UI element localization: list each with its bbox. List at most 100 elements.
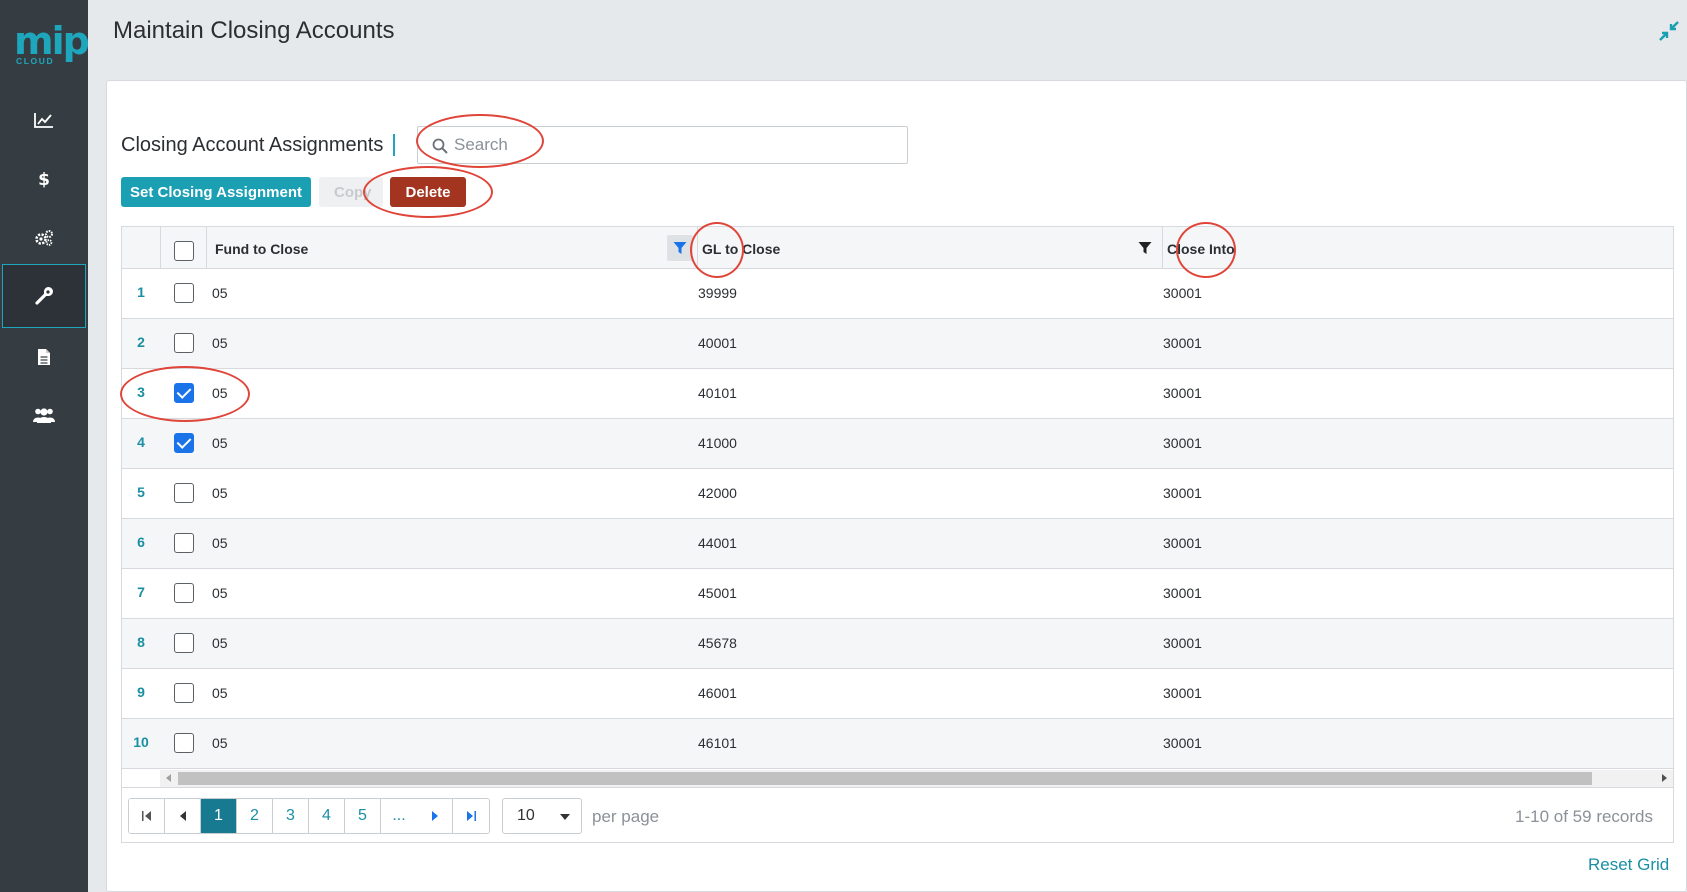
table-row[interactable]: 7 05 45001 30001 bbox=[122, 569, 1673, 619]
set-closing-assignment-button[interactable]: Set Closing Assignment bbox=[121, 177, 311, 207]
pagination: 1 2 3 4 5... bbox=[128, 798, 490, 834]
last-page-button[interactable] bbox=[453, 799, 489, 833]
main-card: Closing Account Assignments Set Closing … bbox=[106, 80, 1687, 892]
table-row[interactable]: 6 05 44001 30001 bbox=[122, 519, 1673, 569]
more-pages-button[interactable]: ... bbox=[381, 799, 417, 833]
cell-fund-to-close: 05 bbox=[212, 285, 228, 301]
page-3-button[interactable]: 3 bbox=[273, 799, 309, 833]
row-number: 10 bbox=[133, 734, 149, 750]
row-checkbox[interactable] bbox=[174, 683, 194, 703]
filter-fund-button[interactable] bbox=[667, 235, 693, 261]
section-title: Closing Account Assignments bbox=[121, 134, 384, 156]
table-row[interactable]: 9 05 46001 30001 bbox=[122, 669, 1673, 719]
copy-button[interactable]: Copy bbox=[319, 177, 383, 207]
table-row[interactable]: 10 05 46101 30001 bbox=[122, 719, 1673, 769]
cell-close-into: 30001 bbox=[1163, 685, 1202, 701]
cell-close-into: 30001 bbox=[1163, 485, 1202, 501]
per-page-value: 10 bbox=[517, 807, 535, 824]
row-checkbox[interactable] bbox=[174, 283, 194, 303]
table-row[interactable]: 2 05 40001 30001 bbox=[122, 319, 1673, 369]
row-checkbox[interactable] bbox=[174, 583, 194, 603]
svg-text:$: $ bbox=[38, 170, 50, 189]
cell-gl-to-close: 40101 bbox=[698, 385, 737, 401]
cell-gl-to-close: 41000 bbox=[698, 435, 737, 451]
chevron-down-icon bbox=[560, 814, 570, 820]
row-checkbox[interactable] bbox=[174, 383, 194, 403]
scroll-left-icon[interactable] bbox=[166, 774, 171, 782]
page-1-button[interactable]: 1 bbox=[201, 799, 237, 833]
filter-gl-button[interactable] bbox=[1132, 235, 1158, 261]
cell-fund-to-close: 05 bbox=[212, 485, 228, 501]
row-number: 8 bbox=[137, 634, 145, 650]
column-divider bbox=[160, 227, 161, 269]
wrench-icon bbox=[35, 287, 53, 305]
row-checkbox[interactable] bbox=[174, 333, 194, 353]
title-divider bbox=[393, 134, 395, 156]
sidebar-item-settings[interactable] bbox=[0, 206, 88, 270]
horizontal-scrollbar[interactable] bbox=[160, 770, 1673, 787]
scrollbar-thumb[interactable] bbox=[178, 772, 1592, 785]
search-input[interactable] bbox=[454, 131, 899, 159]
column-divider bbox=[206, 227, 207, 269]
next-page-button[interactable] bbox=[417, 799, 453, 833]
compress-icon[interactable] bbox=[1658, 20, 1680, 42]
row-checkbox[interactable] bbox=[174, 733, 194, 753]
column-header-fund-to-close[interactable]: Fund to Close bbox=[215, 241, 308, 257]
reset-grid-link[interactable]: Reset Grid bbox=[1588, 855, 1669, 875]
filter-icon bbox=[673, 242, 687, 254]
logo-text: mip bbox=[14, 19, 90, 63]
scroll-right-icon[interactable] bbox=[1662, 774, 1667, 782]
page-title: Maintain Closing Accounts bbox=[113, 17, 395, 44]
cell-gl-to-close: 39999 bbox=[698, 285, 737, 301]
logo-subtext: CLOUD bbox=[16, 56, 55, 66]
sidebar-item-reports[interactable] bbox=[0, 88, 88, 152]
chart-line-icon bbox=[34, 113, 53, 128]
cell-close-into: 30001 bbox=[1163, 635, 1202, 651]
per-page-select[interactable]: 10 bbox=[502, 798, 582, 834]
table-row[interactable]: 4 05 41000 30001 bbox=[122, 419, 1673, 469]
table-row[interactable]: 1 05 39999 30001 bbox=[122, 269, 1673, 319]
sidebar-item-financials[interactable]: $ bbox=[0, 147, 88, 211]
cell-gl-to-close: 42000 bbox=[698, 485, 737, 501]
delete-button[interactable]: Delete bbox=[390, 177, 466, 207]
column-divider bbox=[1162, 227, 1163, 269]
row-checkbox[interactable] bbox=[174, 633, 194, 653]
cell-fund-to-close: 05 bbox=[212, 635, 228, 651]
table-row[interactable]: 5 05 42000 30001 bbox=[122, 469, 1673, 519]
last-page-icon bbox=[467, 811, 476, 821]
sidebar-item-maintenance[interactable] bbox=[2, 264, 86, 328]
page-4-button[interactable]: 4 bbox=[309, 799, 345, 833]
page-5-button[interactable]: 5 bbox=[345, 799, 381, 833]
search-box[interactable] bbox=[417, 126, 908, 164]
document-icon bbox=[38, 349, 50, 365]
table-row[interactable]: 8 05 45678 30001 bbox=[122, 619, 1673, 669]
users-icon bbox=[33, 408, 55, 423]
page-2-button[interactable]: 2 bbox=[237, 799, 273, 833]
column-header-gl-to-close[interactable]: GL to Close bbox=[702, 241, 780, 257]
pager-bar: 1 2 3 4 5... 10 per page 1-10 of 59 records bbox=[122, 787, 1673, 842]
search-icon bbox=[432, 138, 448, 154]
column-header-close-into[interactable]: Close Into bbox=[1167, 241, 1235, 257]
cell-gl-to-close: 46001 bbox=[698, 685, 737, 701]
cell-close-into: 30001 bbox=[1163, 435, 1202, 451]
table-row[interactable]: 3 05 40101 30001 bbox=[122, 369, 1673, 419]
filter-icon bbox=[1138, 242, 1152, 254]
select-all-checkbox[interactable] bbox=[174, 241, 194, 261]
page-header: Maintain Closing Accounts bbox=[88, 0, 1687, 62]
first-page-button[interactable] bbox=[129, 799, 165, 833]
row-number: 9 bbox=[137, 684, 145, 700]
prev-page-button[interactable] bbox=[165, 799, 201, 833]
grid-header: Fund to Close GL to Close Close Into bbox=[122, 227, 1673, 269]
row-checkbox[interactable] bbox=[174, 533, 194, 553]
cell-fund-to-close: 05 bbox=[212, 585, 228, 601]
prev-page-icon bbox=[179, 811, 186, 821]
sidebar-item-documents[interactable] bbox=[0, 325, 88, 389]
sidebar-item-users[interactable] bbox=[0, 383, 88, 447]
mip-cloud-logo[interactable]: mip CLOUD bbox=[14, 22, 90, 68]
row-checkbox[interactable] bbox=[174, 483, 194, 503]
closing-accounts-grid: Fund to Close GL to Close Close Into 1 05… bbox=[121, 226, 1674, 843]
sidebar: mip CLOUD $ bbox=[0, 0, 90, 892]
row-checkbox[interactable] bbox=[174, 433, 194, 453]
cell-close-into: 30001 bbox=[1163, 335, 1202, 351]
first-page-icon bbox=[141, 811, 151, 821]
